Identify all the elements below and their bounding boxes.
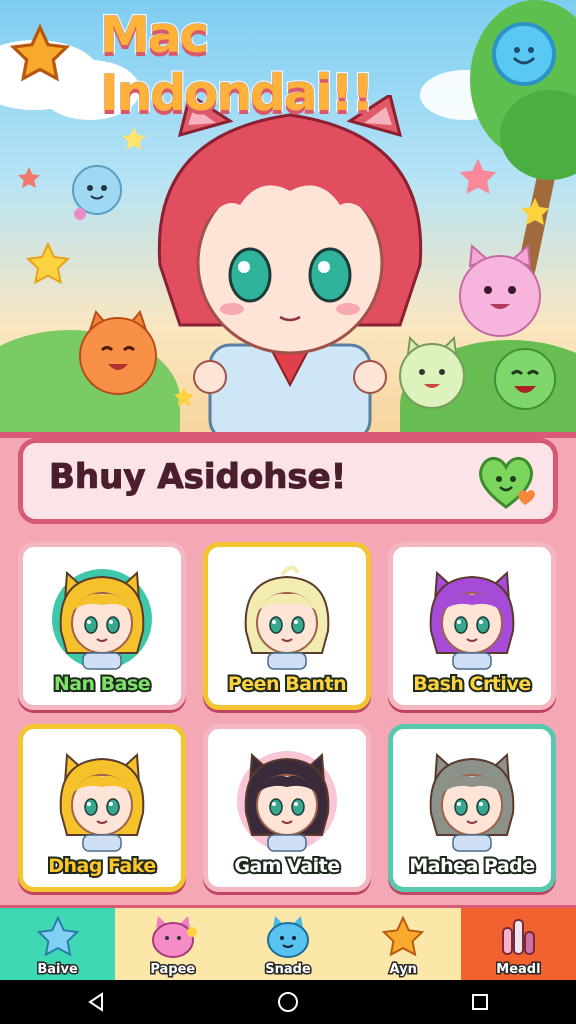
home-circle-icon xyxy=(278,992,298,1012)
character-name: Bash Crtive xyxy=(411,671,533,697)
character-name: Dhag Fake xyxy=(46,853,158,879)
star-icon xyxy=(18,167,40,188)
recents-square-icon xyxy=(472,994,488,1010)
nav-item-ayn[interactable]: Ayn xyxy=(345,908,461,980)
heroine-character xyxy=(157,95,423,440)
character-portrait xyxy=(237,565,337,670)
character-portrait xyxy=(237,751,337,852)
nav-label: Snade xyxy=(264,961,312,979)
game-title: Mac Indondai!! xyxy=(99,5,376,124)
nav-label: Ayn xyxy=(388,961,418,979)
character-card[interactable]: Gam Vaite xyxy=(203,724,371,892)
character-portrait xyxy=(52,569,152,670)
lime-creature xyxy=(494,348,556,410)
nav-label: Meadl xyxy=(495,961,542,979)
nav-item-meadl[interactable]: Meadl xyxy=(460,908,576,980)
back-button[interactable] xyxy=(76,982,116,1022)
character-name: Gam Vaite xyxy=(232,853,342,879)
system-nav-bar xyxy=(0,980,576,1024)
star-icon xyxy=(25,241,71,285)
star-icon xyxy=(459,158,497,194)
pink-blob-icon xyxy=(151,916,197,958)
pink-creature xyxy=(459,243,541,337)
character-card[interactable]: Bash Crtive xyxy=(388,542,556,710)
nav-item-snade[interactable]: Snade xyxy=(230,908,346,980)
recents-button[interactable] xyxy=(460,982,500,1022)
nav-item-papee[interactable]: Papee xyxy=(115,908,231,980)
back-triangle-icon xyxy=(88,992,103,1012)
bottom-nav: Baive Papee Snade Ayn Meadl xyxy=(0,905,576,980)
star-icon xyxy=(9,23,71,82)
character-portrait xyxy=(52,751,152,852)
profile-button[interactable] xyxy=(492,22,556,86)
home-button[interactable] xyxy=(268,982,308,1022)
blue-blob-icon xyxy=(267,916,309,958)
buy-banner[interactable]: Bhuy Asidohse! xyxy=(18,438,558,524)
star-icon xyxy=(36,915,79,957)
character-name: Nan Base xyxy=(52,671,153,697)
bars-icon xyxy=(502,919,536,955)
nav-item-baive[interactable]: Baive xyxy=(0,908,116,980)
orange-star-icon xyxy=(381,915,425,957)
star-icon xyxy=(520,197,550,226)
blue-creature xyxy=(72,165,122,220)
character-portrait xyxy=(422,751,522,852)
nav-label: Papee xyxy=(149,961,197,979)
banner-title: Bhuy Asidohse! xyxy=(48,457,347,498)
character-name: Mahea Pade xyxy=(407,853,537,879)
smiley-icon xyxy=(512,47,536,65)
character-card[interactable]: Nan Base xyxy=(18,542,186,710)
character-portrait xyxy=(422,569,522,670)
character-card[interactable]: Peen Bantn xyxy=(203,542,371,710)
nav-label: Baive xyxy=(36,961,79,979)
star-icon xyxy=(122,127,146,150)
character-card[interactable]: Mahea Pade xyxy=(388,724,556,892)
character-name: Peen Bantn xyxy=(226,671,349,697)
character-card[interactable]: Dhag Fake xyxy=(18,724,186,892)
favorites-button[interactable] xyxy=(8,22,72,86)
heart-icon[interactable] xyxy=(473,449,539,515)
